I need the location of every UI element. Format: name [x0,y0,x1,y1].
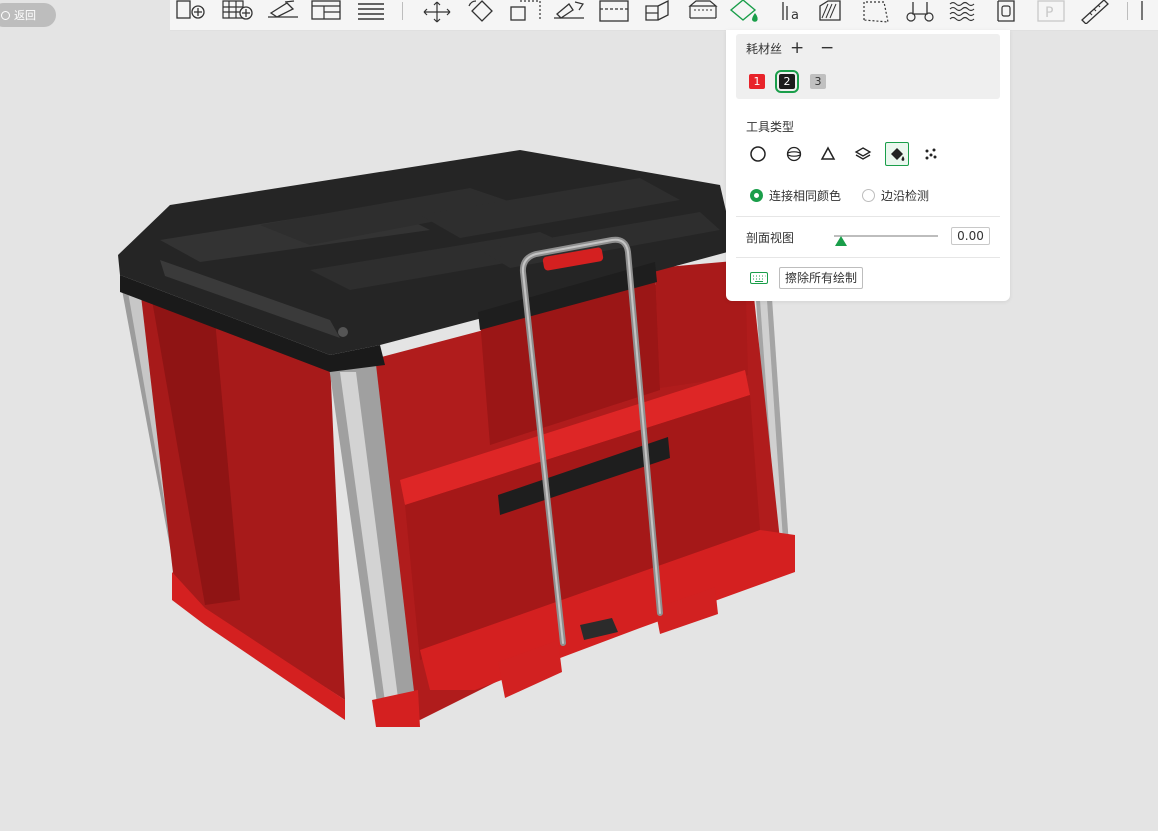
section-view-label: 剖面视图 [746,231,795,245]
mirror-icon[interactable] [551,0,589,24]
support-icon[interactable] [684,0,722,24]
color-paint-panel: 耗材丝 + − 1 2 3 工具类型 连接相同颜色 边沿检测 剖面视图 0.00… [726,30,1010,301]
filament-swatch-2[interactable]: 2 [775,70,799,93]
split-icon[interactable] [640,0,678,24]
add-filament-button[interactable]: + [790,37,804,59]
triangle-brush-icon[interactable] [816,142,840,166]
svg-text:a: a [791,8,799,23]
edge-detect-radio[interactable] [862,189,875,202]
height-range-icon[interactable] [851,142,875,166]
clear-all-painting-button[interactable]: 擦除所有绘制 [779,267,864,289]
rotate-icon[interactable] [463,0,501,24]
back-button-label: 返回 [14,9,36,22]
layer-list-icon[interactable] [355,0,393,24]
tool-type-label: 工具类型 [746,120,795,134]
panel-divider [736,257,1000,258]
section-view-slider[interactable] [834,235,938,237]
svg-text:P: P [1045,5,1053,21]
3d-viewport[interactable]: 返回 a P 耗材丝 + − 1 2 3 工具类型 连接相同颜色 边沿检测 剖面… [0,0,1158,831]
back-circle-icon [1,10,10,20]
lid-screw [338,327,348,337]
filament-label: 耗材丝 [746,42,783,56]
section-view-slider-thumb[interactable] [835,236,847,246]
sphere-brush-icon[interactable] [782,142,806,166]
circle-brush-icon[interactable] [746,142,770,166]
lay-flat-icon[interactable] [265,0,303,24]
move-icon[interactable] [418,0,456,24]
brim-icon[interactable] [901,0,939,24]
connect-same-color-radio[interactable] [750,189,763,202]
back-button[interactable]: 返回 [0,3,56,27]
connect-same-color-option[interactable]: 连接相同颜色 [750,187,841,204]
fill-bucket-icon[interactable] [885,142,909,166]
text-icon[interactable]: a [774,0,812,24]
panel-divider [736,216,1000,217]
keyboard-shortcut-icon[interactable] [750,272,768,284]
arrange-grid-icon[interactable] [219,0,257,24]
filament-swatch-3[interactable]: 3 [810,74,826,89]
more-icon[interactable] [1140,0,1158,24]
remove-filament-button[interactable]: − [820,37,834,59]
assembly-icon[interactable] [988,0,1026,24]
edge-detect-label: 边沿检测 [881,189,930,203]
section-view-value[interactable]: 0.00 [951,227,990,245]
fuzzy-skin-icon[interactable] [945,0,983,24]
filament-section: 耗材丝 + − 1 2 3 [736,34,1000,99]
plate-icon[interactable]: P [1032,0,1070,24]
layout-icon[interactable] [309,0,347,24]
connect-same-color-label: 连接相同颜色 [769,189,842,203]
variable-height-icon[interactable] [858,0,896,24]
scale-icon[interactable] [508,0,546,24]
seam-icon[interactable] [814,0,852,24]
top-toolbar: a P [170,0,1158,31]
measure-icon[interactable] [1076,0,1114,24]
filament-swatch-1[interactable]: 1 [749,74,765,89]
cut-icon[interactable] [596,0,634,24]
add-part-icon[interactable] [172,0,210,24]
toolbar-separator [402,2,403,20]
gap-fill-icon[interactable] [919,142,943,166]
color-paint-icon[interactable] [727,0,765,24]
edge-detect-option[interactable]: 边沿检测 [862,187,929,204]
toolbar-separator [1127,2,1128,20]
